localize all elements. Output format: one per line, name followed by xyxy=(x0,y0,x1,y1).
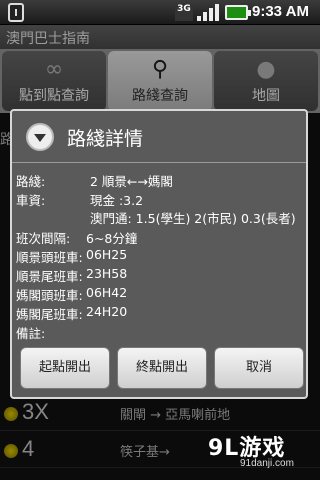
dialog-title: 路綫詳情 xyxy=(67,128,144,150)
last-bus-b-value: 24H20 xyxy=(86,304,128,319)
last-bus-a-label: 順景尾班車: xyxy=(16,269,83,284)
route-label: 路綫: xyxy=(16,174,46,189)
clock: 9:33 AM xyxy=(252,3,309,20)
route-detail-dialog: 路綫詳情 路綫: 2 順景←→媽閣 車資: 現金 :3.2 澳門通: 1.5(學… xyxy=(10,109,308,399)
start-departure-button[interactable]: 起點開出 xyxy=(20,347,110,389)
dialog-buttons: 起點開出 終點開出 取消 xyxy=(20,347,304,391)
first-bus-a-label: 順景頭班車: xyxy=(16,250,83,265)
cancel-button[interactable]: 取消 xyxy=(214,347,304,389)
fare-cash: 現金 :3.2 xyxy=(90,193,144,208)
sd-card-icon xyxy=(8,3,24,22)
chevron-down-icon xyxy=(26,123,54,151)
last-bus-b-label: 媽閣尾班車: xyxy=(16,307,83,322)
interval-value: 6~8分鐘 xyxy=(86,231,138,246)
route-value: 2 順景←→媽閣 xyxy=(90,174,173,189)
first-bus-a-value: 06H25 xyxy=(86,247,128,262)
fare-label: 車資: xyxy=(16,193,46,208)
dialog-header: 路綫詳情 xyxy=(12,111,306,163)
interval-label: 班次間隔: xyxy=(16,231,71,246)
first-bus-b-value: 06H42 xyxy=(86,285,128,300)
end-departure-button[interactable]: 終點開出 xyxy=(117,347,207,389)
status-bar: 3G 9:33 AM xyxy=(0,0,320,25)
fare-macaupass: 澳門通: 1.5(學生) 2(市民) 0.3(長者) xyxy=(90,211,296,226)
network-3g-icon: 3G xyxy=(175,4,193,21)
first-bus-b-label: 媽閣頭班車: xyxy=(16,288,83,303)
watermark-url: 91danji.com xyxy=(240,458,294,469)
remark-label: 備註: xyxy=(16,326,46,341)
last-bus-a-value: 23H58 xyxy=(86,266,128,281)
battery-icon xyxy=(225,5,251,20)
signal-icon xyxy=(197,4,219,21)
